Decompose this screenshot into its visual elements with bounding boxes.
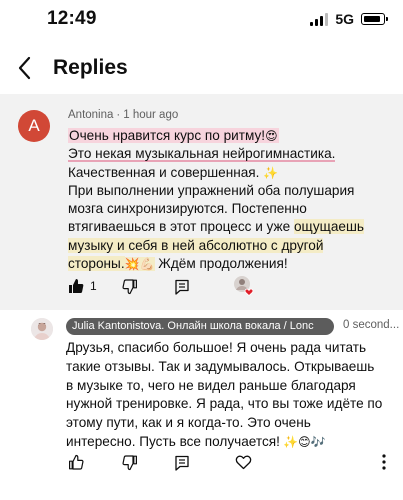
thumbs-down-icon	[122, 279, 137, 295]
parent-comment: A Antonina · 1 hour ago Очень нравится кур…	[0, 94, 403, 310]
profile-photo-icon	[31, 318, 53, 340]
heart-button[interactable]	[235, 454, 252, 475]
back-chevron-icon	[18, 56, 31, 80]
thumbs-up-icon	[69, 279, 84, 293]
reply-line: в музыке то, чего не видел раньше благод…	[66, 377, 356, 393]
status-bar: 12:49 5G	[0, 0, 403, 42]
header: Replies	[0, 42, 403, 94]
reply-text: Друзья, спасибо большое! Я очень рада чи…	[66, 339, 396, 452]
page-title: Replies	[53, 56, 128, 79]
reply-line: этому пути, как и я когда-то. Это очень	[66, 415, 311, 431]
dislike-button[interactable]	[122, 455, 138, 476]
comment-line: Качественная и совершенная. ✨	[68, 164, 279, 180]
thumbs-down-icon	[122, 455, 137, 471]
reply-line: такие отзывы. Так и задумывалось. Открыв…	[66, 358, 375, 374]
reply-author-chip[interactable]: Julia Kantonistova. Онлайн школа вокала …	[66, 318, 334, 335]
comment-time: 1 hour ago	[123, 109, 179, 121]
comment-line: Это некая музыкальная нейрогимнастика.	[68, 146, 336, 163]
status-time: 12:49	[47, 8, 97, 29]
comment-line: Очень нравится курс по ритму!😍	[68, 128, 279, 143]
reply-comment: Julia Kantonistova. Онлайн школа вокала …	[0, 310, 403, 500]
creator-heart-icon	[234, 276, 254, 297]
reply-time: 0 second...	[343, 319, 400, 331]
avatar[interactable]: A	[18, 110, 50, 142]
heart-outline-icon	[235, 455, 252, 470]
reply-line: Друзья, спасибо большое! Я очень рада чи…	[66, 340, 367, 355]
reply-button[interactable]	[174, 455, 190, 476]
comment-meta: Antonina · 1 hour ago	[68, 109, 179, 121]
more-options-button[interactable]	[380, 453, 388, 476]
avatar[interactable]	[31, 318, 53, 340]
comment-line: стороны.💥💪🏻 Ждём продолжения!	[68, 256, 288, 272]
comment-line: втягиваешься в этот процесс и уже ощущае…	[68, 219, 364, 235]
back-button[interactable]	[14, 54, 38, 82]
like-count: 1	[90, 279, 97, 293]
comment-line: мозга синхронизируются. Постепенно	[68, 201, 307, 217]
more-vertical-icon	[382, 454, 386, 470]
battery-icon	[361, 13, 388, 25]
like-button[interactable]	[68, 454, 84, 475]
signal-icon	[310, 12, 329, 26]
reply-bubble-icon	[175, 455, 189, 471]
status-indicators: 5G	[310, 11, 388, 27]
comment-line: музыку и себя в ней абсолютно с другой	[68, 237, 324, 253]
reply-bubble-icon	[175, 279, 189, 295]
comment-line: При выполнении упражнений оба полушария	[68, 182, 355, 198]
thumbs-up-icon	[69, 454, 84, 470]
like-button[interactable]	[68, 278, 84, 299]
network-label: 5G	[335, 11, 354, 27]
comment-text: Очень нравится курс по ритму!😍 Это некая…	[68, 127, 393, 273]
creator-heart-badge	[233, 275, 255, 297]
reply-line: интересно. Пусть все получается! ✨😊🎶	[66, 433, 326, 449]
reply-line: нужной тренировке. Я рада, что вы тоже и…	[66, 396, 383, 412]
comment-author[interactable]: Antonina	[68, 109, 113, 121]
reply-button[interactable]	[174, 279, 190, 300]
dislike-button[interactable]	[122, 279, 138, 300]
